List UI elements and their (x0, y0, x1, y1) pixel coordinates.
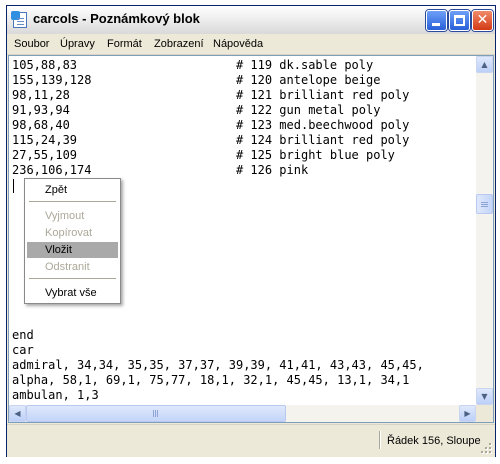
context-item-kopirovat[interactable]: Kopírovat (27, 225, 118, 241)
text-line: admiral, 34,34, 35,35, 37,37, 39,39, 41,… (12, 358, 424, 372)
text-caret (13, 179, 14, 193)
menu-format[interactable]: Formát (107, 38, 142, 50)
text-line: 236,106,174 # 126 pink (12, 163, 309, 177)
text-line: 105,88,83 # 119 dk.sable poly (12, 58, 374, 72)
menu-bar: Soubor Úpravy Formát Zobrazení Nápověda (7, 34, 495, 55)
cursor-position: Řádek 156, Sloupe (387, 435, 481, 447)
text-line: 91,93,94 # 122 gun metal poly (12, 103, 381, 117)
context-separator (29, 278, 116, 279)
arrow-right-icon: ▶ (464, 409, 471, 418)
close-icon: ✕ (476, 12, 489, 28)
context-item-vlozit[interactable]: Vložit (27, 242, 118, 258)
menu-upravy[interactable]: Úpravy (60, 38, 95, 50)
grip-icon (481, 202, 488, 203)
grip-icon (153, 410, 154, 417)
title-bar[interactable]: carcols - Poznámkový blok ✕ (7, 6, 495, 35)
context-menu: Zpět Vyjmout Kopírovat Vložit Odstranit … (24, 178, 121, 304)
horizontal-scrollbar[interactable]: ◀ ▶ (9, 405, 476, 422)
notepad-icon[interactable] (11, 11, 27, 28)
text-line: 27,55,109 # 125 bright blue poly (12, 148, 395, 162)
maximize-button[interactable] (449, 10, 470, 31)
menu-zobrazeni[interactable]: Zobrazení (154, 38, 204, 50)
text-line: car (12, 343, 34, 357)
scroll-down-button[interactable]: ▼ (476, 388, 493, 405)
arrow-up-icon: ▲ (481, 60, 488, 69)
scrollbar-corner (476, 405, 493, 422)
arrow-down-icon: ▼ (481, 392, 488, 401)
text-line: 115,24,39 # 124 brilliant red poly (12, 133, 410, 147)
context-item-vyjmout[interactable]: Vyjmout (27, 208, 118, 224)
maximize-icon (454, 15, 465, 26)
minimize-button[interactable] (426, 10, 447, 31)
context-item-odstranit[interactable]: Odstranit (27, 259, 118, 275)
text-line: 98,68,40 # 123 med.beechwood poly (12, 118, 410, 132)
status-bar: Řádek 156, Sloupe (7, 424, 495, 457)
text-line: 98,11,28 # 121 brilliant red poly (12, 88, 410, 102)
scroll-up-button[interactable]: ▲ (476, 56, 493, 73)
vertical-scroll-thumb[interactable] (476, 194, 493, 214)
scroll-right-button[interactable]: ▶ (459, 405, 476, 422)
text-line: ambulan, 1,3 (12, 388, 99, 402)
context-separator (29, 201, 116, 202)
context-item-zpet[interactable]: Zpět (27, 182, 118, 198)
window-title: carcols - Poznámkový blok (33, 11, 200, 26)
horizontal-scroll-thumb[interactable] (26, 405, 286, 422)
scroll-left-button[interactable]: ◀ (9, 405, 26, 422)
close-button[interactable]: ✕ (472, 10, 493, 31)
text-line: alpha, 58,1, 69,1, 75,77, 18,1, 32,1, 45… (12, 373, 410, 387)
menu-napoveda[interactable]: Nápověda (213, 38, 263, 50)
text-line: 155,139,128 # 120 antelope beige (12, 73, 381, 87)
context-item-vybrat-vse[interactable]: Vybrat vše (27, 285, 118, 301)
arrow-left-icon: ◀ (14, 409, 21, 418)
status-divider (379, 431, 380, 449)
resize-grip[interactable] (481, 443, 493, 455)
menu-soubor[interactable]: Soubor (14, 38, 49, 50)
vertical-scrollbar[interactable]: ▲ ▼ (476, 56, 493, 405)
minimize-icon (432, 23, 440, 26)
text-line: end (12, 328, 34, 342)
